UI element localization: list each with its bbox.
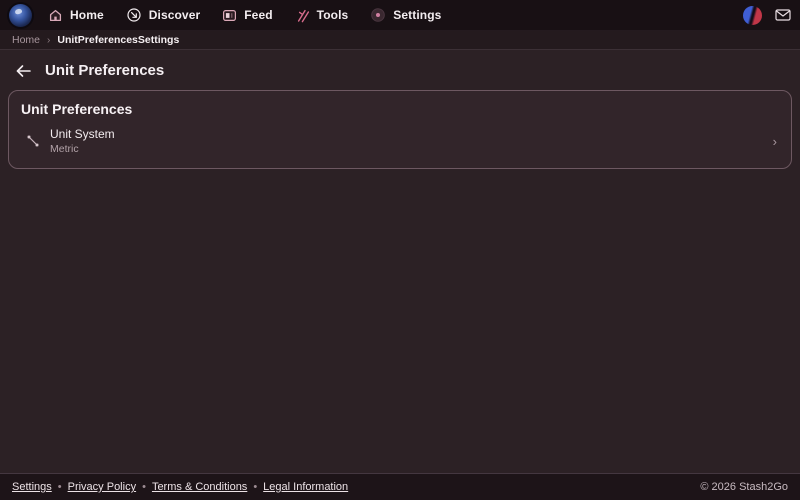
- copyright: © 2026 Stash2Go: [700, 481, 788, 493]
- breadcrumb-current: UnitPreferencesSettings: [57, 34, 179, 46]
- app-logo-icon[interactable]: [9, 4, 32, 27]
- page-header: Unit Preferences: [0, 50, 800, 90]
- nav-label-tools: Tools: [317, 8, 349, 22]
- nav-menu: Home Discover Feed: [48, 7, 441, 23]
- footer-link-terms-conditions[interactable]: Terms & Conditions: [152, 481, 247, 493]
- arrow-left-icon: [14, 63, 32, 79]
- top-navigation: Home Discover Feed: [0, 0, 800, 31]
- nav-item-settings[interactable]: Settings: [370, 7, 441, 23]
- ruler-icon: [26, 134, 40, 148]
- mail-icon[interactable]: [775, 9, 791, 21]
- back-button[interactable]: [14, 63, 32, 79]
- breadcrumb-home-link[interactable]: Home: [12, 34, 40, 46]
- nav-label-discover: Discover: [149, 8, 201, 22]
- setting-value: Metric: [50, 143, 115, 155]
- nav-label-settings: Settings: [393, 8, 441, 22]
- breadcrumb-separator-icon: ›: [47, 35, 50, 46]
- feed-icon: [222, 8, 237, 23]
- discover-icon: [126, 7, 142, 23]
- footer-separator: •: [253, 481, 257, 493]
- topnav-right: [743, 6, 791, 25]
- main-content: Unit Preferences Unit System Metric ›: [0, 90, 800, 473]
- home-icon: [48, 8, 63, 23]
- setting-label: Unit System: [50, 127, 115, 141]
- nav-item-discover[interactable]: Discover: [126, 7, 201, 23]
- unit-preferences-card: Unit Preferences Unit System Metric ›: [8, 90, 792, 169]
- tools-icon: [295, 8, 310, 23]
- nav-label-feed: Feed: [244, 8, 272, 22]
- page-footer: Settings • Privacy Policy • Terms & Cond…: [0, 473, 800, 500]
- user-avatar[interactable]: [743, 6, 762, 25]
- footer-link-privacy-policy[interactable]: Privacy Policy: [68, 481, 136, 493]
- setting-text: Unit System Metric: [50, 127, 115, 155]
- footer-link-legal-information[interactable]: Legal Information: [263, 481, 348, 493]
- nav-item-tools[interactable]: Tools: [295, 8, 349, 23]
- footer-separator: •: [142, 481, 146, 493]
- card-title: Unit Preferences: [21, 101, 779, 117]
- page-title: Unit Preferences: [45, 62, 164, 79]
- chevron-right-icon: ›: [773, 135, 779, 148]
- settings-icon: [370, 7, 386, 23]
- footer-links: Settings • Privacy Policy • Terms & Cond…: [12, 481, 348, 493]
- nav-item-feed[interactable]: Feed: [222, 8, 272, 23]
- nav-label-home: Home: [70, 8, 104, 22]
- nav-item-home[interactable]: Home: [48, 8, 104, 23]
- footer-separator: •: [58, 481, 62, 493]
- breadcrumb: Home › UnitPreferencesSettings: [0, 31, 800, 50]
- unit-system-row[interactable]: Unit System Metric ›: [21, 127, 779, 155]
- footer-link-settings[interactable]: Settings: [12, 481, 52, 493]
